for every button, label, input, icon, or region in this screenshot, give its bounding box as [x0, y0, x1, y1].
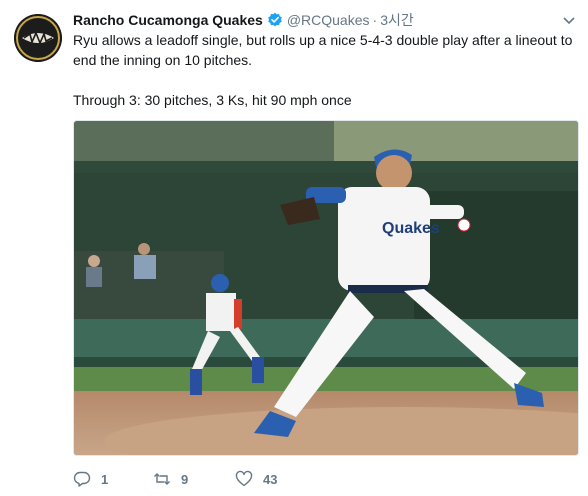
- quakes-logo-icon: [14, 14, 62, 62]
- reply-button[interactable]: 1: [73, 470, 153, 488]
- reply-count: 1: [101, 471, 109, 487]
- retweet-icon: [154, 473, 170, 485]
- tweet-paragraph: Ryu allows a leadoff single, but rolls u…: [73, 32, 573, 68]
- retweet-button[interactable]: 9: [153, 470, 235, 488]
- tweet-text: Ryu allows a leadoff single, but rolls u…: [73, 30, 578, 110]
- tweet-paragraph: Through 3: 30 pitches, 3 Ks, hit 90 mph …: [73, 92, 352, 108]
- avatar[interactable]: [14, 14, 62, 62]
- author-name[interactable]: Rancho Cucamonga Quakes: [73, 12, 263, 28]
- retweet-count: 9: [181, 471, 189, 487]
- header-separator: ·: [372, 12, 378, 28]
- heart-icon: [235, 470, 253, 487]
- reply-icon: [73, 471, 91, 487]
- like-button[interactable]: 43: [235, 470, 315, 488]
- chevron-down-icon[interactable]: [560, 12, 578, 30]
- tweet-actions: 1 9 43: [73, 468, 315, 490]
- tweet[interactable]: Rancho Cucamonga Quakes @RCQuakes · 3시간 …: [0, 0, 588, 496]
- tweet-timestamp[interactable]: 3시간: [380, 10, 414, 30]
- baseball-pitcher-photo-icon: Quakes: [74, 121, 578, 455]
- author-handle[interactable]: @RCQuakes: [287, 12, 370, 28]
- like-count: 43: [263, 471, 278, 487]
- tweet-photo[interactable]: Quakes: [73, 120, 579, 456]
- jersey-text: Quakes: [382, 220, 440, 237]
- verified-badge-icon: [267, 12, 283, 28]
- tweet-header: Rancho Cucamonga Quakes @RCQuakes · 3시간: [73, 10, 578, 30]
